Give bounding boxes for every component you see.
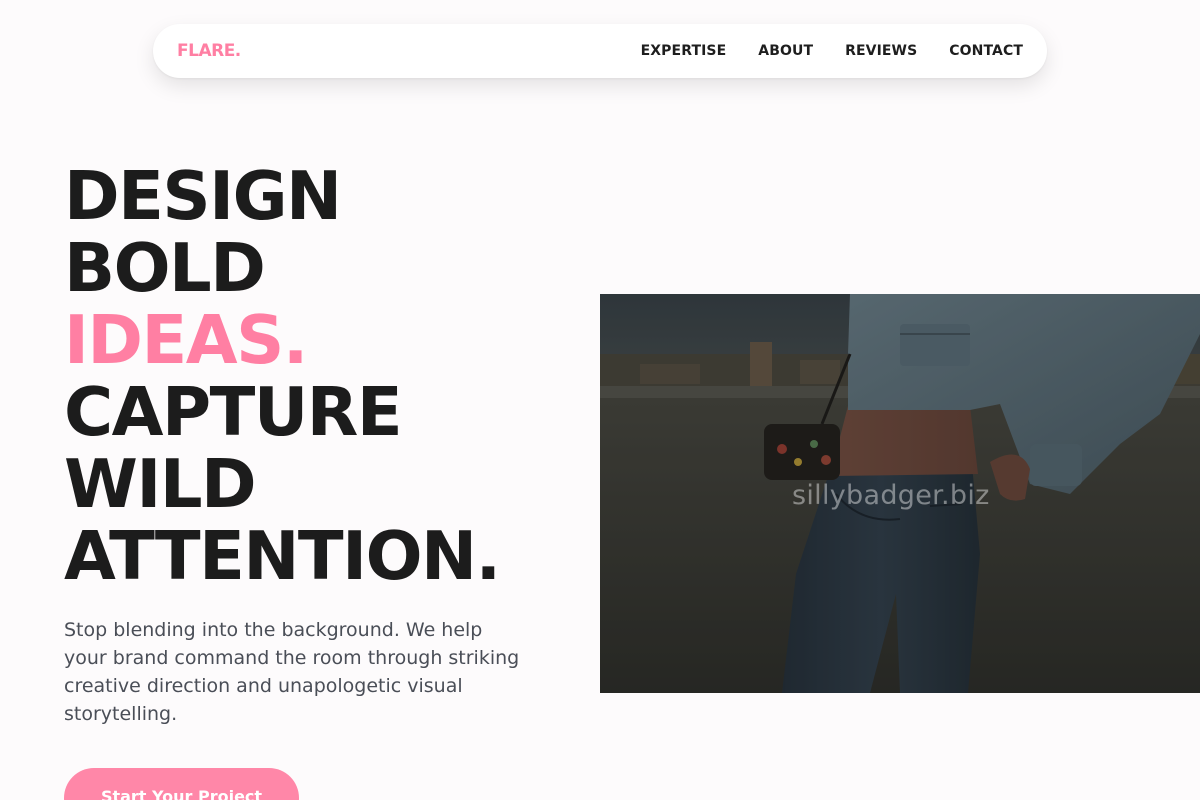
- headline-line: DESIGN: [64, 157, 342, 235]
- top-navbar: FLARE. EXPERTISE ABOUT REVIEWS CONTACT: [153, 24, 1047, 78]
- hero-headline: DESIGN BOLD IDEAS. CAPTURE WILD ATTENTIO…: [64, 160, 584, 592]
- page: FLARE. EXPERTISE ABOUT REVIEWS CONTACT D…: [0, 0, 1200, 800]
- headline-line: WILD: [64, 445, 257, 523]
- nav-link-reviews[interactable]: REVIEWS: [845, 43, 917, 59]
- nav-link-contact[interactable]: CONTACT: [949, 43, 1023, 59]
- headline-line-accent: IDEAS.: [64, 301, 308, 379]
- hero-description: Stop blending into the background. We he…: [64, 619, 520, 725]
- nav-links: EXPERTISE ABOUT REVIEWS CONTACT: [641, 43, 1023, 59]
- headline-line: ATTENTION.: [64, 517, 501, 595]
- hero-photo: sillybadger.biz: [600, 294, 1200, 693]
- start-project-button[interactable]: Start Your Project: [64, 768, 299, 800]
- brand-logo[interactable]: FLARE.: [177, 41, 241, 61]
- nav-link-about[interactable]: ABOUT: [758, 43, 813, 59]
- nav-link-expertise[interactable]: EXPERTISE: [641, 43, 727, 59]
- headline-line: CAPTURE: [64, 373, 403, 451]
- headline-line: BOLD: [64, 229, 266, 307]
- hero-photo-illustration: [600, 294, 1200, 693]
